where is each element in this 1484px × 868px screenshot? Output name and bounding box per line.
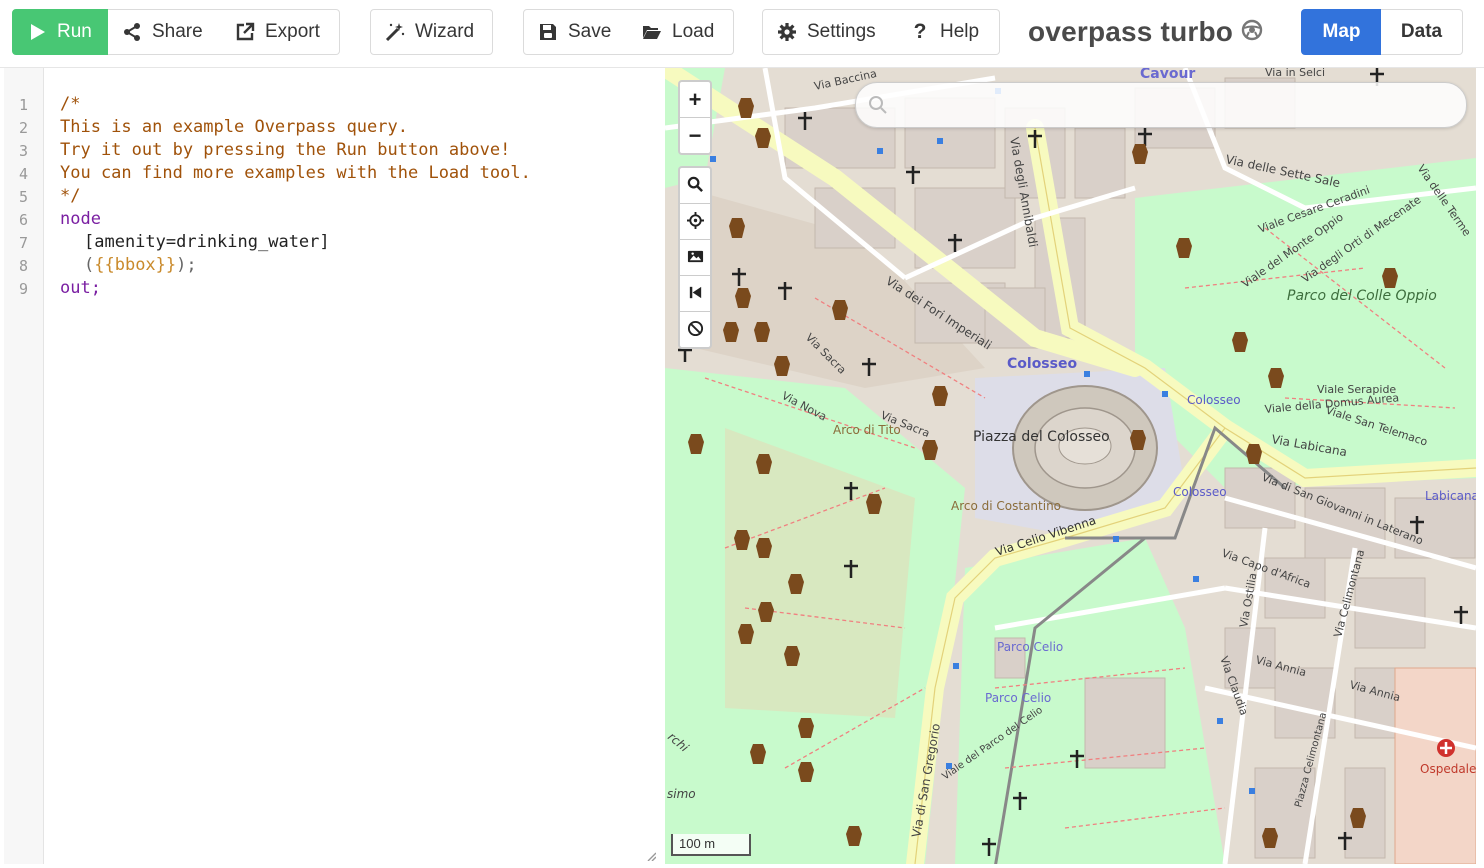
floppy-disk-icon xyxy=(538,22,558,42)
code-line: node xyxy=(60,209,101,229)
help-label: Help xyxy=(940,21,980,42)
code-line: Try it out by pressing the Run button ab… xyxy=(60,140,511,160)
restore-view-button[interactable] xyxy=(680,276,710,312)
map-search-input[interactable] xyxy=(896,91,1450,119)
load-button[interactable]: Load xyxy=(628,9,734,55)
app-title-text: overpass turbo xyxy=(1028,16,1234,47)
tab-data-label: Data xyxy=(1400,21,1443,42)
code-line: [amenity=drinking_water] xyxy=(84,232,330,252)
save-label: Save xyxy=(568,21,612,42)
magnifier-icon xyxy=(687,173,704,199)
map-label: Parco Celio xyxy=(985,691,1051,705)
map-label: Via in Selci xyxy=(1265,68,1325,79)
ban-icon xyxy=(687,317,704,343)
map-label: simo xyxy=(667,787,696,801)
folder-open-icon xyxy=(642,22,662,42)
run-button[interactable]: Run xyxy=(12,9,108,55)
map-tiles[interactable]: Cavour Via Baccina Via in Selci Via degl… xyxy=(665,68,1476,864)
line-number: 2 xyxy=(18,119,28,137)
hide-data-button[interactable] xyxy=(680,312,710,347)
query-editor[interactable]: 1 2 3 4 5 6 7 8 9 /* This is an example … xyxy=(4,68,664,864)
line-number: 1 xyxy=(18,96,28,114)
map-label: Arco di Tito xyxy=(833,423,901,437)
gear-icon xyxy=(777,22,797,42)
map-view[interactable]: Cavour Via Baccina Via in Selci Via degl… xyxy=(665,68,1476,864)
line-number: 8 xyxy=(18,257,28,275)
code-line: You can find more examples with the Load… xyxy=(60,163,531,183)
map-tools-control xyxy=(678,166,712,349)
tab-map-label: Map xyxy=(1322,21,1361,42)
code-line: ({{bbox}}); xyxy=(84,255,197,275)
crosshair-icon xyxy=(686,209,704,235)
locate-me-button[interactable] xyxy=(680,204,710,240)
share-label: Share xyxy=(152,21,203,42)
line-number: 9 xyxy=(18,280,28,298)
line-number-gutter: 1 2 3 4 5 6 7 8 9 xyxy=(4,68,44,864)
line-number: 7 xyxy=(18,234,28,252)
export-image-button[interactable] xyxy=(680,240,710,276)
zoom-to-data-button[interactable] xyxy=(680,168,710,204)
toolbar: Run Share Export Wizard Save Load Settin… xyxy=(0,0,1484,68)
share-button[interactable]: Share xyxy=(108,9,222,55)
image-icon xyxy=(687,245,704,271)
external-link-icon xyxy=(235,22,255,42)
wizard-label: Wizard xyxy=(415,21,475,42)
tab-map[interactable]: Map xyxy=(1301,9,1382,55)
question-mark-icon: ? xyxy=(913,20,927,43)
wizard-button[interactable]: Wizard xyxy=(370,9,493,55)
search-icon xyxy=(868,95,888,115)
line-number: 5 xyxy=(18,188,28,206)
export-button[interactable]: Export xyxy=(221,9,340,55)
line-number: 3 xyxy=(18,142,28,160)
map-search-bar[interactable] xyxy=(855,82,1467,128)
line-number: 6 xyxy=(18,211,28,229)
map-label: Colosseo xyxy=(1173,485,1227,499)
bbox-shortcut: {{bbox}} xyxy=(94,255,177,275)
line-number: 4 xyxy=(18,165,28,183)
code-line: /* xyxy=(60,94,81,114)
share-icon xyxy=(122,22,142,42)
map-label: Cavour xyxy=(1140,68,1195,82)
map-label: Piazza del Colosseo xyxy=(973,429,1110,445)
magic-wand-icon xyxy=(385,22,405,42)
map-label: Arco di Costantino xyxy=(951,499,1061,513)
zoom-in-button[interactable]: + xyxy=(680,82,710,118)
skip-back-icon xyxy=(687,281,704,307)
map-label: Colosseo xyxy=(1187,393,1241,407)
tab-data[interactable]: Data xyxy=(1381,9,1463,55)
app-title: overpass turbo xyxy=(1028,16,1263,48)
zoom-out-button[interactable]: − xyxy=(680,118,710,153)
turbo-wheel-icon xyxy=(1241,16,1263,48)
save-button[interactable]: Save xyxy=(523,9,629,55)
code-line: */ xyxy=(60,186,81,206)
map-label: Parco Celio xyxy=(997,640,1063,654)
zoom-control: + − xyxy=(678,80,712,155)
settings-button[interactable]: Settings xyxy=(762,9,897,55)
map-label: Ospedale Militare Celio xyxy=(1420,762,1476,776)
resize-grip-icon[interactable] xyxy=(646,848,657,862)
run-label: Run xyxy=(57,21,92,42)
map-scale-bar: 100 m xyxy=(671,834,751,856)
settings-label: Settings xyxy=(807,21,876,42)
export-label: Export xyxy=(265,21,320,42)
code-line: This is an example Overpass query. xyxy=(60,117,408,137)
map-label: Colosseo xyxy=(1007,356,1077,372)
map-label: Labicana xyxy=(1425,489,1476,503)
map-label: Parco del Colle Oppio xyxy=(1287,288,1437,304)
help-button[interactable]: ? Help xyxy=(896,9,1000,55)
code-line: out; xyxy=(60,278,101,298)
play-icon xyxy=(27,22,47,42)
load-label: Load xyxy=(672,21,715,42)
